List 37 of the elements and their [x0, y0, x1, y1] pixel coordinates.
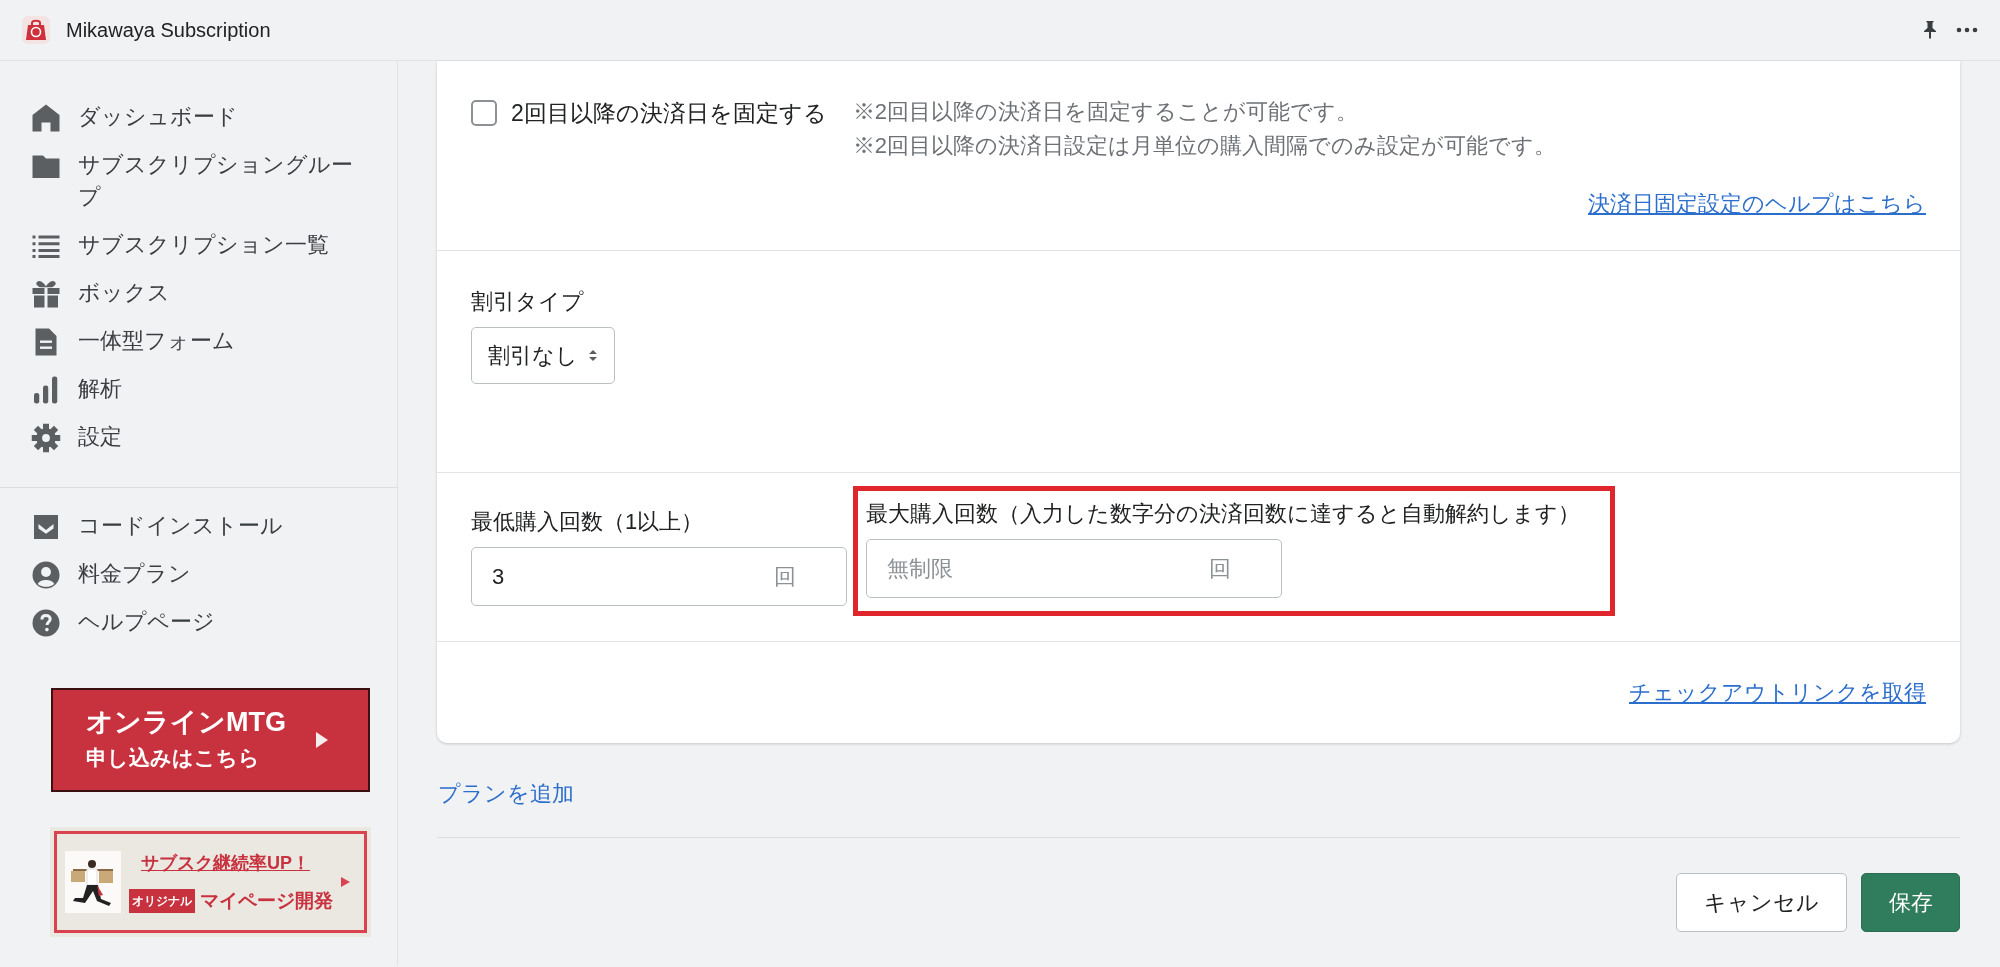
sidebar-item[interactable]: 料金プラン: [78, 558, 370, 590]
sidebar-item[interactable]: 一体型フォーム: [78, 325, 370, 357]
add-plan-link[interactable]: プランを追加: [438, 779, 1960, 809]
cancel-button[interactable]: キャンセル: [1676, 873, 1847, 932]
discount-select[interactable]: 割引なし: [471, 327, 615, 384]
field-label: 割引タイプ: [471, 288, 585, 316]
help-icon: [31, 608, 61, 638]
note-text: ※2回目以降の決済日設定は月単位の購入間隔でのみ設定が可能です。: [852, 132, 1557, 160]
tag-label: オリジナル: [129, 889, 195, 913]
field-label: 最大購入回数（入力した数字分の決済回数に達すると自動解約します）: [866, 500, 1580, 528]
sidebar-item[interactable]: ボックス: [78, 277, 370, 309]
app-logo-icon: [22, 16, 50, 44]
more-icon[interactable]: [1956, 27, 1978, 33]
gift-icon: [31, 279, 61, 309]
sidebar-item[interactable]: 解析: [78, 373, 370, 405]
save-button[interactable]: 保存: [1861, 873, 1960, 932]
meeting-banner[interactable]: オンラインMTG 申し込みはこちら: [51, 688, 370, 792]
settings-icon: [31, 423, 61, 453]
home-icon: [31, 103, 61, 133]
sort-caret-icon: [588, 349, 598, 362]
sidebar-item[interactable]: ヘルプページ: [78, 606, 370, 638]
inbox-icon: [31, 512, 61, 542]
number-field[interactable]: 3 回: [471, 547, 847, 606]
note-text: ※2回目以降の決済日を固定することが可能です。: [852, 98, 1360, 126]
checkout-link[interactable]: チェックアウトリンクを取得: [1629, 678, 1926, 743]
fixed-date-checkbox[interactable]: 2回目以降の決済日を固定する: [471, 95, 827, 131]
user-icon: [31, 560, 61, 590]
sidebar-item[interactable]: サブスクリプショングループ: [78, 149, 370, 213]
triangle-icon: [316, 732, 328, 748]
sidebar-item[interactable]: サブスクリプション一覧: [78, 229, 370, 261]
field-label: 最低購入回数（1以上）: [471, 508, 705, 536]
app-title: Mikawaya Subscription: [66, 18, 271, 42]
help-link[interactable]: 決済日固定設定のヘルプはこちら: [1588, 189, 1926, 219]
sidebar-item[interactable]: ダッシュボード: [78, 101, 370, 133]
triangle-icon: [341, 877, 350, 887]
sidebar-item[interactable]: コードインストール: [78, 510, 370, 542]
sidebar-item[interactable]: 設定: [78, 421, 370, 453]
